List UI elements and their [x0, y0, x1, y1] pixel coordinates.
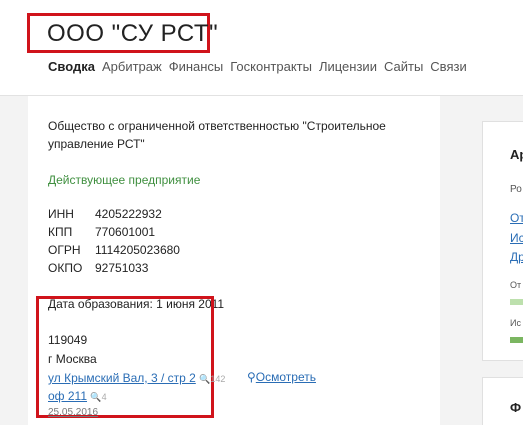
header: ООО "СУ РСТ" Сводка Арбитраж Финансы Гос… [0, 0, 523, 96]
street-count: 142 [210, 374, 226, 384]
kpp-value: 770601001 [95, 225, 156, 239]
address-street-line: ул Крымский Вал, 3 / стр 2 🔍142 [48, 370, 225, 387]
sidebar-link-3[interactable]: Др [510, 250, 523, 264]
address-date: 25.05.2016 [48, 407, 99, 418]
see-label: Осмотреть [255, 370, 316, 384]
status-text: Действующее предприятие [48, 173, 201, 187]
sidebar-card-subtitle: Ро [510, 184, 522, 195]
inn-value: 4205222932 [95, 207, 162, 221]
inn-label: ИНН [48, 207, 74, 221]
ogrn-label: ОГРН [48, 243, 81, 257]
tab-finance[interactable]: Финансы [169, 59, 224, 74]
address-office-line: оф 211 🔍4 [48, 388, 107, 405]
company-title: ООО "СУ РСТ" [47, 20, 219, 47]
map-pin-icon: ⚲ [247, 370, 256, 384]
progress-bar-2 [510, 337, 523, 343]
kpp-label: КПП [48, 225, 73, 239]
tab-gov-contracts[interactable]: Госконтракты [230, 59, 312, 74]
see-link[interactable]: ⚲Осмотреть [247, 370, 316, 384]
sidebar-card2-title: Ф [510, 400, 522, 415]
ogrn-value: 1114205023680 [95, 243, 180, 257]
tab-licenses[interactable]: Лицензии [319, 59, 377, 74]
address-street-link[interactable]: ул Крымский Вал, 3 / стр 2 [48, 371, 196, 385]
tab-arbitration[interactable]: Арбитраж [102, 59, 162, 74]
office-count: 4 [101, 392, 107, 402]
tab-summary[interactable]: Сводка [48, 59, 95, 74]
search-icon: 🔍 [199, 374, 211, 384]
sidebar-link-1[interactable]: От [510, 211, 523, 225]
okpo-value: 92751033 [95, 261, 149, 275]
search-icon: 🔍 [90, 392, 102, 402]
progress-bar-1 [510, 299, 523, 305]
sidebar-card-finance: Ф [482, 377, 523, 425]
sidebar-link-2[interactable]: Ис [510, 231, 523, 245]
okpo-label: ОКПО [48, 261, 83, 275]
sidebar-small-2: Ис [510, 318, 521, 328]
sidebar-card-title: Ар [510, 147, 523, 162]
address-city: г Москва [48, 352, 97, 366]
company-full-name: Общество с ограниченной ответственностью… [48, 119, 386, 151]
tab-sites[interactable]: Сайты [384, 59, 423, 74]
address-office-link[interactable]: оф 211 [48, 389, 87, 403]
sidebar-card-arbitration: Ар Ро От Ис Др От Ис [482, 121, 523, 361]
tab-connections[interactable]: Связи [430, 59, 466, 74]
sidebar-small-1: От [510, 280, 522, 290]
tab-bar: Сводка Арбитраж Финансы Госконтракты Лиц… [48, 59, 467, 74]
address-postcode: 119049 [48, 333, 88, 347]
